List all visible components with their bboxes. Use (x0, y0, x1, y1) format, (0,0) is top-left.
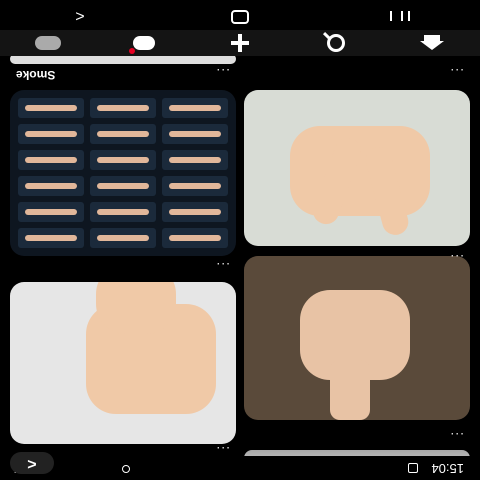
recent-apps-icon (390, 11, 410, 21)
nav-search[interactable] (319, 32, 353, 54)
notification-icon (408, 463, 418, 473)
pin-image[interactable] (10, 90, 236, 256)
system-recent-button[interactable] (385, 6, 415, 24)
nav-messages[interactable] (127, 32, 161, 54)
location-icon (122, 465, 130, 473)
search-icon (327, 34, 345, 52)
avatar-icon (35, 36, 61, 50)
pin-feed[interactable]: ... ... ... ... ... ... Smoke (0, 56, 480, 456)
bottom-navigation (0, 30, 480, 56)
home-icon (420, 41, 444, 51)
back-button[interactable]: < (10, 452, 54, 474)
system-back-button[interactable]: < (65, 6, 95, 24)
more-options-button[interactable]: ... (449, 430, 464, 446)
status-time: 15:04 (431, 461, 464, 476)
more-options-button[interactable]: ... (449, 66, 464, 82)
app-screen: 15:04 79% ... ... ... ... (0, 0, 480, 480)
pin-image[interactable] (10, 56, 236, 64)
system-home-icon (231, 10, 249, 25)
pin-image[interactable] (10, 282, 236, 444)
pin-image[interactable] (244, 90, 470, 246)
more-options-button[interactable]: ... (215, 444, 230, 456)
more-options-button[interactable]: ... (215, 66, 230, 82)
pin-title: Smoke (16, 68, 56, 82)
system-home-button[interactable] (225, 6, 255, 25)
back-arrow-icon: < (27, 455, 37, 472)
more-options-button[interactable]: ... (215, 260, 230, 276)
pin-image[interactable] (244, 256, 470, 420)
nav-create[interactable] (223, 32, 257, 54)
system-navigation-bar: < (0, 0, 480, 30)
more-options-button[interactable]: ... (449, 252, 464, 268)
nav-home[interactable] (415, 32, 449, 54)
chat-icon (133, 36, 155, 50)
system-back-icon: < (75, 7, 85, 24)
nav-profile[interactable] (31, 32, 65, 54)
plus-icon (229, 32, 251, 54)
status-bar: 15:04 79% (0, 456, 480, 480)
